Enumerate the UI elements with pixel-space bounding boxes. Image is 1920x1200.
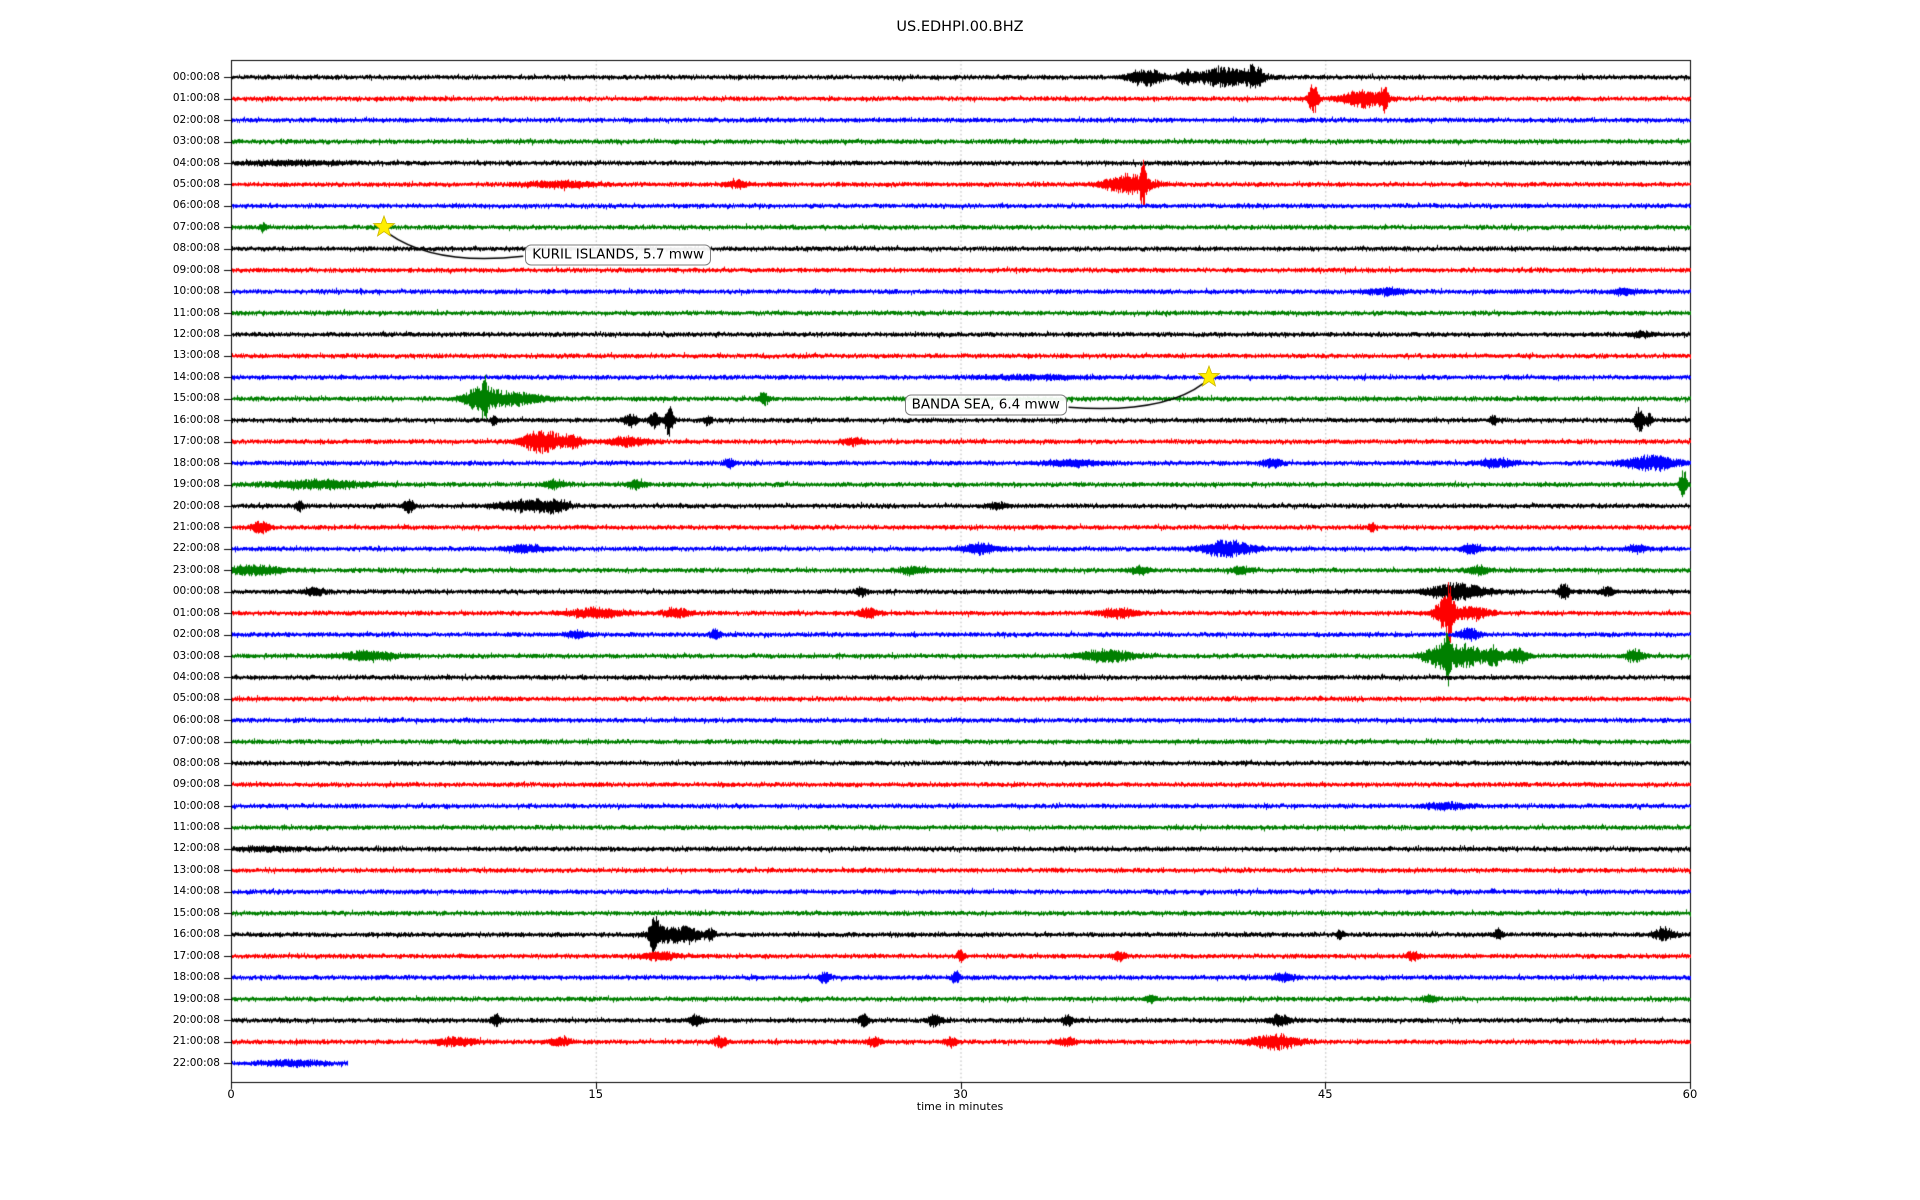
row-label: 07:00:08 [172, 735, 220, 748]
x-tick-label: 15 [588, 1087, 604, 1101]
row-label: 03:00:08 [172, 135, 220, 148]
row-label: 14:00:08 [172, 370, 220, 383]
seismogram-canvas [0, 0, 1920, 1200]
row-label: 09:00:08 [172, 263, 220, 276]
row-label: 07:00:08 [172, 220, 220, 233]
row-label: 17:00:08 [172, 435, 220, 448]
row-label: 16:00:08 [172, 928, 220, 941]
row-label: 08:00:08 [172, 756, 220, 769]
seismogram-figure: US.EDHPI.00.BHZ 00:00:08 01:00:08 02:00:08… [0, 0, 1920, 1200]
row-label: 17:00:08 [172, 949, 220, 962]
event-annotation-label: BANDA SEA, 6.4 mww [904, 394, 1067, 416]
row-label: 20:00:08 [172, 499, 220, 512]
row-label: 21:00:08 [172, 520, 220, 533]
row-label: 05:00:08 [172, 692, 220, 705]
row-label: 02:00:08 [172, 113, 220, 126]
row-label: 09:00:08 [172, 778, 220, 791]
x-tick-label: 0 [227, 1087, 235, 1101]
row-label: 12:00:08 [172, 328, 220, 341]
figure-title: US.EDHPI.00.BHZ [896, 19, 1024, 35]
row-label: 19:00:08 [172, 992, 220, 1005]
row-label: 11:00:08 [172, 306, 220, 319]
x-tick-label: 45 [1317, 1087, 1333, 1101]
row-label: 02:00:08 [172, 628, 220, 641]
row-label: 01:00:08 [172, 92, 220, 105]
row-label: 16:00:08 [172, 413, 220, 426]
row-label: 00:00:08 [172, 585, 220, 598]
row-label: 10:00:08 [172, 799, 220, 812]
row-label: 18:00:08 [172, 971, 220, 984]
event-star-icon [1196, 365, 1221, 388]
event-star-icon [372, 215, 396, 238]
row-label: 10:00:08 [172, 285, 220, 298]
row-label: 20:00:08 [172, 1013, 220, 1026]
row-label: 18:00:08 [172, 456, 220, 469]
row-label: 21:00:08 [172, 1035, 220, 1048]
row-label: 22:00:08 [172, 542, 220, 555]
x-tick-label: 30 [953, 1087, 968, 1101]
row-label: 05:00:08 [172, 177, 220, 190]
row-label: 22:00:08 [172, 1056, 220, 1069]
row-label: 14:00:08 [172, 885, 220, 898]
x-axis-label: time in minutes [916, 1100, 1004, 1113]
row-label: 19:00:08 [172, 478, 220, 491]
row-label: 01:00:08 [172, 606, 220, 619]
row-label: 04:00:08 [172, 156, 220, 169]
x-tick-label: 60 [1682, 1087, 1698, 1101]
event-annotation-label: KURIL ISLANDS, 5.7 mww [525, 244, 712, 266]
row-label: 11:00:08 [172, 821, 220, 834]
row-label: 06:00:08 [172, 199, 220, 212]
row-label: 13:00:08 [172, 863, 220, 876]
row-label: 12:00:08 [172, 842, 220, 855]
row-label: 13:00:08 [172, 349, 220, 362]
row-label: 03:00:08 [172, 649, 220, 662]
row-label: 23:00:08 [172, 563, 220, 576]
row-label: 15:00:08 [172, 392, 220, 405]
row-label: 06:00:08 [172, 713, 220, 726]
row-label: 15:00:08 [172, 906, 220, 919]
row-label: 00:00:08 [172, 70, 220, 83]
row-label: 08:00:08 [172, 242, 220, 255]
row-label: 04:00:08 [172, 670, 220, 683]
